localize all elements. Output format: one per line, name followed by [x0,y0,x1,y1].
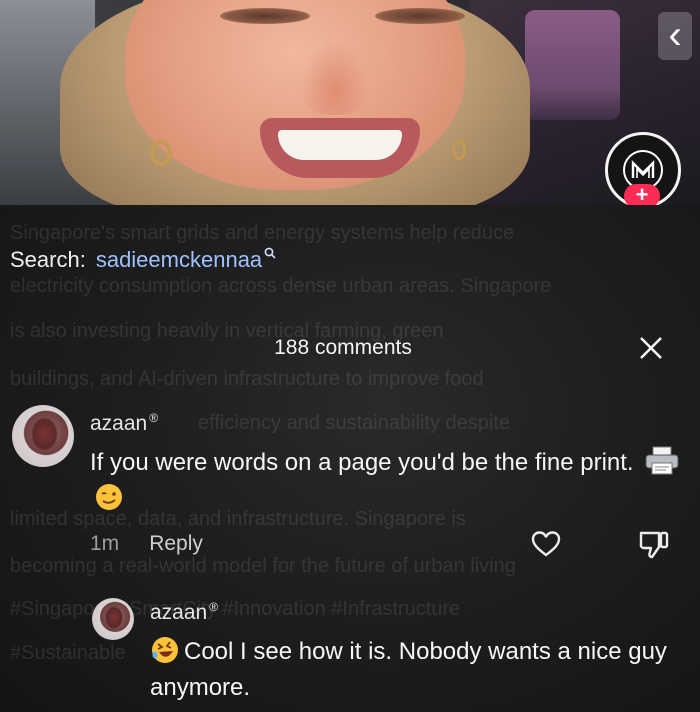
reply-body: Cool I see how it is. Nobody wants a nic… [150,638,667,701]
winking-face-emoji-icon [96,483,122,510]
search-label: Search: [10,247,86,272]
comment-username[interactable]: azaan ® [90,411,158,436]
reply-username[interactable]: azaan ® [150,600,218,625]
background-caption-line: efficiency and sustainability despite [198,412,511,434]
printer-emoji-icon [645,446,679,475]
rolling-on-floor-laughing-emoji-icon [152,636,178,663]
comment-body: If you were words on a page you'd be the… [90,449,634,476]
comment-time: 1m [90,532,120,555]
username-badge: ® [149,411,159,425]
background-caption-line: #Sustainable [10,642,126,664]
left-earring [150,140,172,166]
reply-button[interactable]: Reply [149,532,203,556]
reply-text: Cool I see how it is. Nobody wants a nic… [150,634,690,706]
search-icon [264,247,276,259]
teeth [278,130,402,160]
username-text: azaan [90,412,148,435]
video-player[interactable] [0,0,700,205]
left-eye [220,8,310,24]
commenter-avatar[interactable] [12,405,74,467]
back-chevron-icon[interactable]: ‹ [658,12,692,60]
background-caption-line: buildings, and AI-driven infrastructure … [10,368,484,390]
comment-text: If you were words on a page you'd be the… [90,445,690,517]
thumbs-down-icon[interactable] [637,528,671,560]
comments-count-title: 188 comments [274,336,412,359]
search-query-link[interactable]: sadieemckennaa [96,247,262,273]
search-suggestion[interactable]: Search: sadieemckennaa [10,247,276,273]
close-icon[interactable] [637,334,665,362]
username-badge: ® [209,600,219,614]
nose [300,40,370,115]
right-eye [375,8,465,24]
heart-icon[interactable] [530,528,562,560]
comment-meta: 1m Reply [90,532,203,556]
background-caption-line: electricity consumption across dense urb… [10,275,552,297]
car-window-right [525,10,620,120]
reply-commenter-avatar[interactable] [92,598,134,640]
right-earring [452,140,466,160]
username-text: azaan [150,601,208,624]
background-caption-line: becoming a real-world model for the futu… [10,555,516,577]
background-caption-line: Singapore's smart grids and energy syste… [10,222,515,244]
background-caption-line: #Singapore #SmartCity #Innovation #Infra… [10,598,461,620]
